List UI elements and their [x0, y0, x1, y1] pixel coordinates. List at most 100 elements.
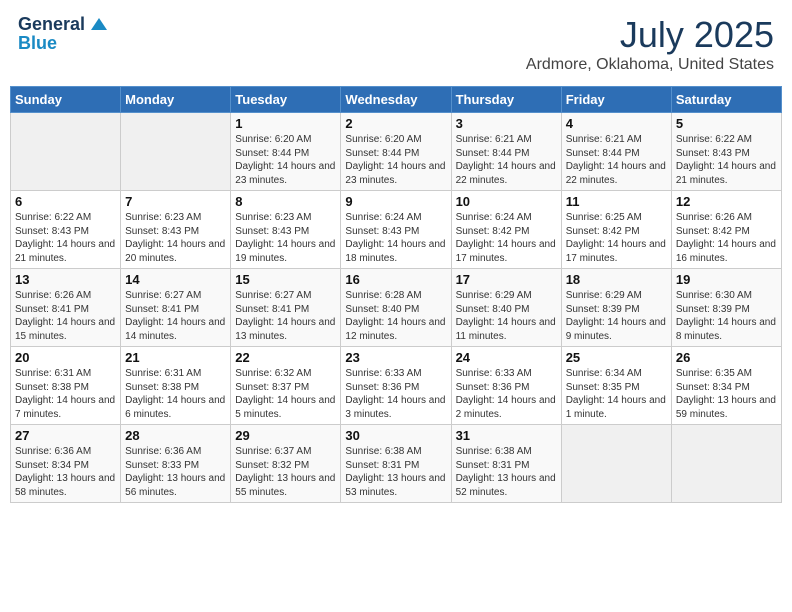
- calendar-week-row: 1 Sunrise: 6:20 AMSunset: 8:44 PMDaylight…: [11, 113, 782, 191]
- cell-info: Sunrise: 6:29 AMSunset: 8:39 PMDaylight:…: [566, 289, 667, 343]
- cell-info: Sunrise: 6:24 AMSunset: 8:43 PMDaylight:…: [345, 211, 446, 265]
- day-number: 12: [676, 194, 777, 209]
- col-friday: Friday: [561, 87, 671, 113]
- header-row: Sunday Monday Tuesday Wednesday Thursday…: [11, 87, 782, 113]
- logo-general-text: General: [18, 15, 85, 33]
- calendar-cell: 5 Sunrise: 6:22 AMSunset: 8:43 PMDaylight…: [671, 113, 781, 191]
- cell-info: Sunrise: 6:22 AMSunset: 8:43 PMDaylight:…: [676, 133, 777, 187]
- calendar-cell: 8Sunrise: 6:23 AMSunset: 8:43 PMDaylight…: [231, 191, 341, 269]
- day-number: 18: [566, 272, 667, 287]
- day-number: 22: [235, 350, 336, 365]
- cell-info: Sunrise: 6:23 AMSunset: 8:43 PMDaylight:…: [125, 211, 226, 265]
- day-number: 5: [676, 116, 777, 131]
- cell-info: Sunrise: 6:24 AMSunset: 8:42 PMDaylight:…: [456, 211, 557, 265]
- day-number: 31: [456, 428, 557, 443]
- day-number: 3: [456, 116, 557, 131]
- cell-info: Sunrise: 6:25 AMSunset: 8:42 PMDaylight:…: [566, 211, 667, 265]
- day-number: 6: [15, 194, 116, 209]
- calendar-cell: 29 Sunrise: 6:37 AMSunset: 8:32 PMDayligh…: [231, 425, 341, 503]
- calendar-cell: 12Sunrise: 6:26 AMSunset: 8:42 PMDayligh…: [671, 191, 781, 269]
- cell-info: Sunrise: 6:33 AMSunset: 8:36 PMDaylight:…: [456, 367, 557, 421]
- calendar-cell: 1 Sunrise: 6:20 AMSunset: 8:44 PMDaylight…: [231, 113, 341, 191]
- cell-info: Sunrise: 6:33 AMSunset: 8:36 PMDaylight:…: [345, 367, 446, 421]
- cell-info: Sunrise: 6:23 AMSunset: 8:43 PMDaylight:…: [235, 211, 336, 265]
- calendar-cell: 9Sunrise: 6:24 AMSunset: 8:43 PMDaylight…: [341, 191, 451, 269]
- calendar-header: Sunday Monday Tuesday Wednesday Thursday…: [11, 87, 782, 113]
- day-number: 29: [235, 428, 336, 443]
- day-number: 27: [15, 428, 116, 443]
- day-number: 11: [566, 194, 667, 209]
- calendar-cell: 21 Sunrise: 6:31 AMSunset: 8:38 PMDayligh…: [121, 347, 231, 425]
- calendar-table: Sunday Monday Tuesday Wednesday Thursday…: [10, 86, 782, 503]
- day-number: 30: [345, 428, 446, 443]
- cell-info: Sunrise: 6:27 AMSunset: 8:41 PMDaylight:…: [235, 289, 336, 343]
- calendar-week-row: 6 Sunrise: 6:22 AMSunset: 8:43 PMDaylight…: [11, 191, 782, 269]
- cell-info: Sunrise: 6:20 AMSunset: 8:44 PMDaylight:…: [235, 133, 336, 187]
- calendar-cell: 30 Sunrise: 6:38 AMSunset: 8:31 PMDayligh…: [341, 425, 451, 503]
- col-thursday: Thursday: [451, 87, 561, 113]
- cell-info: Sunrise: 6:38 AMSunset: 8:31 PMDaylight:…: [456, 445, 557, 499]
- day-number: 15: [235, 272, 336, 287]
- cell-info: Sunrise: 6:34 AMSunset: 8:35 PMDaylight:…: [566, 367, 667, 421]
- cell-info: Sunrise: 6:38 AMSunset: 8:31 PMDaylight:…: [345, 445, 446, 499]
- calendar-cell: 4Sunrise: 6:21 AMSunset: 8:44 PMDaylight…: [561, 113, 671, 191]
- calendar-cell: 10 Sunrise: 6:24 AMSunset: 8:42 PMDayligh…: [451, 191, 561, 269]
- calendar-cell: 13 Sunrise: 6:26 AMSunset: 8:41 PMDayligh…: [11, 269, 121, 347]
- logo-icon: [87, 14, 107, 34]
- day-number: 24: [456, 350, 557, 365]
- calendar-cell: 24 Sunrise: 6:33 AMSunset: 8:36 PMDayligh…: [451, 347, 561, 425]
- cell-info: Sunrise: 6:30 AMSunset: 8:39 PMDaylight:…: [676, 289, 777, 343]
- cell-info: Sunrise: 6:22 AMSunset: 8:43 PMDaylight:…: [15, 211, 116, 265]
- day-number: 14: [125, 272, 226, 287]
- day-number: 2: [345, 116, 446, 131]
- calendar-cell: 3 Sunrise: 6:21 AMSunset: 8:44 PMDaylight…: [451, 113, 561, 191]
- calendar-cell: 25Sunrise: 6:34 AMSunset: 8:35 PMDayligh…: [561, 347, 671, 425]
- col-sunday: Sunday: [11, 87, 121, 113]
- day-number: 13: [15, 272, 116, 287]
- calendar-cell: 31 Sunrise: 6:38 AMSunset: 8:31 PMDayligh…: [451, 425, 561, 503]
- logo: General Blue: [18, 14, 107, 52]
- day-number: 1: [235, 116, 336, 131]
- day-number: 21: [125, 350, 226, 365]
- cell-info: Sunrise: 6:31 AMSunset: 8:38 PMDaylight:…: [125, 367, 226, 421]
- calendar-cell: 26 Sunrise: 6:35 AMSunset: 8:34 PMDayligh…: [671, 347, 781, 425]
- calendar-week-row: 27Sunrise: 6:36 AMSunset: 8:34 PMDayligh…: [11, 425, 782, 503]
- cell-info: Sunrise: 6:20 AMSunset: 8:44 PMDaylight:…: [345, 133, 446, 187]
- logo-blue-text: Blue: [18, 34, 57, 52]
- cell-info: Sunrise: 6:29 AMSunset: 8:40 PMDaylight:…: [456, 289, 557, 343]
- calendar-cell: [561, 425, 671, 503]
- cell-info: Sunrise: 6:37 AMSunset: 8:32 PMDaylight:…: [235, 445, 336, 499]
- calendar-cell: 16Sunrise: 6:28 AMSunset: 8:40 PMDayligh…: [341, 269, 451, 347]
- cell-info: Sunrise: 6:32 AMSunset: 8:37 PMDaylight:…: [235, 367, 336, 421]
- day-number: 28: [125, 428, 226, 443]
- col-wednesday: Wednesday: [341, 87, 451, 113]
- calendar-cell: 20Sunrise: 6:31 AMSunset: 8:38 PMDayligh…: [11, 347, 121, 425]
- day-number: 26: [676, 350, 777, 365]
- calendar-body: 1 Sunrise: 6:20 AMSunset: 8:44 PMDaylight…: [11, 113, 782, 503]
- calendar-cell: 18 Sunrise: 6:29 AMSunset: 8:39 PMDayligh…: [561, 269, 671, 347]
- title-block: July 2025 Ardmore, Oklahoma, United Stat…: [526, 14, 774, 74]
- col-tuesday: Tuesday: [231, 87, 341, 113]
- calendar-week-row: 13 Sunrise: 6:26 AMSunset: 8:41 PMDayligh…: [11, 269, 782, 347]
- calendar-cell: [121, 113, 231, 191]
- cell-info: Sunrise: 6:27 AMSunset: 8:41 PMDaylight:…: [125, 289, 226, 343]
- cell-info: Sunrise: 6:35 AMSunset: 8:34 PMDaylight:…: [676, 367, 777, 421]
- day-number: 20: [15, 350, 116, 365]
- cell-info: Sunrise: 6:21 AMSunset: 8:44 PMDaylight:…: [456, 133, 557, 187]
- cell-info: Sunrise: 6:36 AMSunset: 8:33 PMDaylight:…: [125, 445, 226, 499]
- calendar-cell: [11, 113, 121, 191]
- calendar-cell: 14 Sunrise: 6:27 AMSunset: 8:41 PMDayligh…: [121, 269, 231, 347]
- calendar-week-row: 20 Sunrise: 6:31 AMSunset: 8:38 PMDayligh…: [11, 347, 782, 425]
- day-number: 19: [676, 272, 777, 287]
- calendar-cell: 23 Sunrise: 6:33 AMSunset: 8:36 PMDayligh…: [341, 347, 451, 425]
- month-title: July 2025: [526, 14, 774, 56]
- day-number: 10: [456, 194, 557, 209]
- col-monday: Monday: [121, 87, 231, 113]
- calendar-cell: 15 Sunrise: 6:27 AMSunset: 8:41 PMDayligh…: [231, 269, 341, 347]
- calendar-cell: 6 Sunrise: 6:22 AMSunset: 8:43 PMDaylight…: [11, 191, 121, 269]
- day-number: 23: [345, 350, 446, 365]
- day-number: 4: [566, 116, 667, 131]
- cell-info: Sunrise: 6:28 AMSunset: 8:40 PMDaylight:…: [345, 289, 446, 343]
- calendar-cell: 22 Sunrise: 6:32 AMSunset: 8:37 PMDayligh…: [231, 347, 341, 425]
- cell-info: Sunrise: 6:26 AMSunset: 8:41 PMDaylight:…: [15, 289, 116, 343]
